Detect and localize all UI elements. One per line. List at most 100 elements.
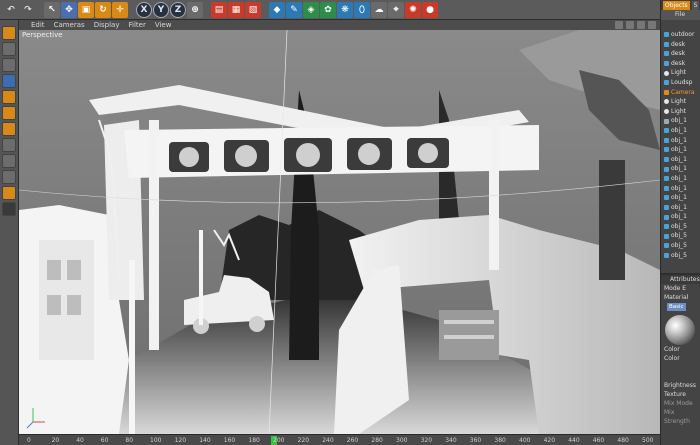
menu-display[interactable]: Display <box>94 21 120 29</box>
texture-mode-icon[interactable] <box>2 58 16 72</box>
x-axis-lock-button[interactable]: X <box>136 1 152 18</box>
object-list-item[interactable]: Loudsp <box>661 78 700 88</box>
timeline-tick-label: 240 <box>322 437 334 444</box>
object-list-item[interactable]: obj_1 <box>661 212 700 222</box>
redo-icon[interactable]: ↷ <box>20 2 36 18</box>
object-mode-icon[interactable] <box>2 42 16 56</box>
move-tool-icon[interactable]: ✥ <box>61 1 77 18</box>
object-list-item[interactable]: obj_1 <box>661 136 700 146</box>
maximize-view-icon[interactable] <box>648 21 656 29</box>
texture-field[interactable]: Texture <box>661 390 700 399</box>
transform-tool-icon[interactable]: ✛ <box>112 1 128 18</box>
coordinate-system-icon[interactable]: ⊕ <box>187 1 203 18</box>
object-name: Light <box>671 69 686 77</box>
object-list-item[interactable]: obj_5 <box>661 251 700 261</box>
model-mode-icon[interactable] <box>2 26 16 40</box>
tab-structure[interactable]: S <box>691 0 700 10</box>
object-list-item[interactable]: Light <box>661 68 700 78</box>
object-list-item[interactable]: obj_1 <box>661 193 700 203</box>
object-name: obj_1 <box>671 155 687 163</box>
object-name: obj_5 <box>671 242 687 250</box>
object-list-item[interactable]: obj_1 <box>661 155 700 165</box>
perspective-viewport[interactable]: Perspective <box>19 30 660 434</box>
y-axis-lock-button[interactable]: Y <box>153 1 169 18</box>
object-name: obj_1 <box>671 146 687 154</box>
cube-icon[interactable]: ◆ <box>269 1 285 18</box>
manager-tabs: Objects S <box>661 0 700 10</box>
record-icon[interactable]: ● <box>422 1 438 18</box>
mode-menu[interactable]: Mode <box>664 285 680 292</box>
tab-objects[interactable]: Objects <box>663 0 690 10</box>
object-list-item[interactable]: obj_5 <box>661 222 700 232</box>
object-manager-menu[interactable]: File <box>661 10 700 20</box>
object-list: outdoor desk desk desk Light Loudsp Camera Ligh… <box>661 20 700 260</box>
object-list-item[interactable]: Light <box>661 97 700 107</box>
viewport-menubar: Edit Cameras Display Filter View <box>19 20 660 30</box>
object-icon <box>664 195 669 201</box>
scale-tool-icon[interactable]: ▣ <box>78 1 94 18</box>
object-list-item[interactable]: obj_1 <box>661 164 700 174</box>
menu-edit[interactable]: Edit <box>31 21 45 29</box>
object-manager-panel: Objects S File outdoor desk desk desk Light L… <box>660 0 700 445</box>
pan-view-icon[interactable] <box>615 21 623 29</box>
timeline-tick-label: 100 <box>150 437 162 444</box>
object-list-item[interactable]: Camera <box>661 88 700 98</box>
object-list-item[interactable]: obj_1 <box>661 116 700 126</box>
object-list-item[interactable]: obj_1 <box>661 184 700 194</box>
object-list-item[interactable]: obj_1 <box>661 174 700 184</box>
object-list-item[interactable]: obj_1 <box>661 145 700 155</box>
timeline-tick-label: 300 <box>396 437 408 444</box>
object-list-item[interactable]: desk <box>661 40 700 50</box>
pen-spline-icon[interactable]: ✎ <box>286 1 302 18</box>
points-mode-icon[interactable] <box>2 90 16 104</box>
timeline-ruler[interactable]: 0 20 40 60 80 100 120 140 160 180 200 220 240 260 280 3… <box>19 434 660 445</box>
rotate-view-icon[interactable] <box>637 21 645 29</box>
object-list-item[interactable]: Light <box>661 107 700 117</box>
workplane-icon[interactable] <box>2 154 16 168</box>
uv-mode-icon[interactable] <box>2 138 16 152</box>
menu-view[interactable]: View <box>155 21 172 29</box>
mix-strength-field[interactable]: Mix Strength <box>661 408 700 425</box>
mix-mode-field[interactable]: Mix Mode <box>661 399 700 408</box>
timeline-tick-label: 200 <box>273 437 285 444</box>
color-field[interactable]: Color <box>661 354 700 363</box>
render-settings-icon[interactable]: ▧ <box>245 1 261 18</box>
object-name: obj_1 <box>671 117 687 125</box>
menu-cameras[interactable]: Cameras <box>54 21 85 29</box>
camera-icon <box>664 89 669 95</box>
object-list-item[interactable]: obj_1 <box>661 203 700 213</box>
edges-mode-icon[interactable] <box>2 106 16 120</box>
material-label: Material <box>664 294 689 301</box>
snap-icon[interactable] <box>2 170 16 184</box>
object-list-item[interactable]: desk <box>661 59 700 69</box>
tab-basic[interactable]: Basic <box>667 303 686 311</box>
object-list-item[interactable]: obj_5 <box>661 241 700 251</box>
mograph-icon[interactable]: ❋ <box>337 1 353 18</box>
undo-icon[interactable]: ↶ <box>3 2 19 18</box>
render-view-icon[interactable]: ▤ <box>211 1 227 18</box>
sculpt-icon[interactable] <box>2 186 16 200</box>
object-icon <box>664 41 669 47</box>
brightness-field[interactable]: Brightness <box>661 381 700 390</box>
z-axis-lock-button[interactable]: Z <box>170 1 186 18</box>
array-icon[interactable]: ✿ <box>320 1 336 18</box>
polygons-mode-icon[interactable] <box>2 122 16 136</box>
light-icon[interactable]: ✺ <box>405 1 421 18</box>
axis-mode-icon[interactable] <box>2 74 16 88</box>
subdivision-icon[interactable]: ◈ <box>303 1 319 18</box>
rotate-tool-icon[interactable]: ↻ <box>95 1 111 18</box>
render-picture-viewer-icon[interactable]: ▦ <box>228 1 244 18</box>
zoom-view-icon[interactable] <box>626 21 634 29</box>
object-list-item[interactable]: desk <box>661 49 700 59</box>
deformer-icon[interactable]: ⬯ <box>354 1 370 18</box>
timeline-tick-label: 120 <box>174 437 187 444</box>
environment-icon[interactable]: ☁ <box>371 1 387 18</box>
camera-icon[interactable]: ⌖ <box>388 1 404 18</box>
mode-edit-tab[interactable]: E <box>682 285 686 292</box>
menu-filter[interactable]: Filter <box>129 21 146 29</box>
timeline-tick-label: 260 <box>346 437 359 444</box>
object-list-item[interactable]: obj_5 <box>661 231 700 241</box>
live-selection-icon[interactable]: ↖ <box>44 1 60 18</box>
object-list-item[interactable]: outdoor <box>661 30 700 40</box>
object-list-item[interactable]: obj_1 <box>661 126 700 136</box>
